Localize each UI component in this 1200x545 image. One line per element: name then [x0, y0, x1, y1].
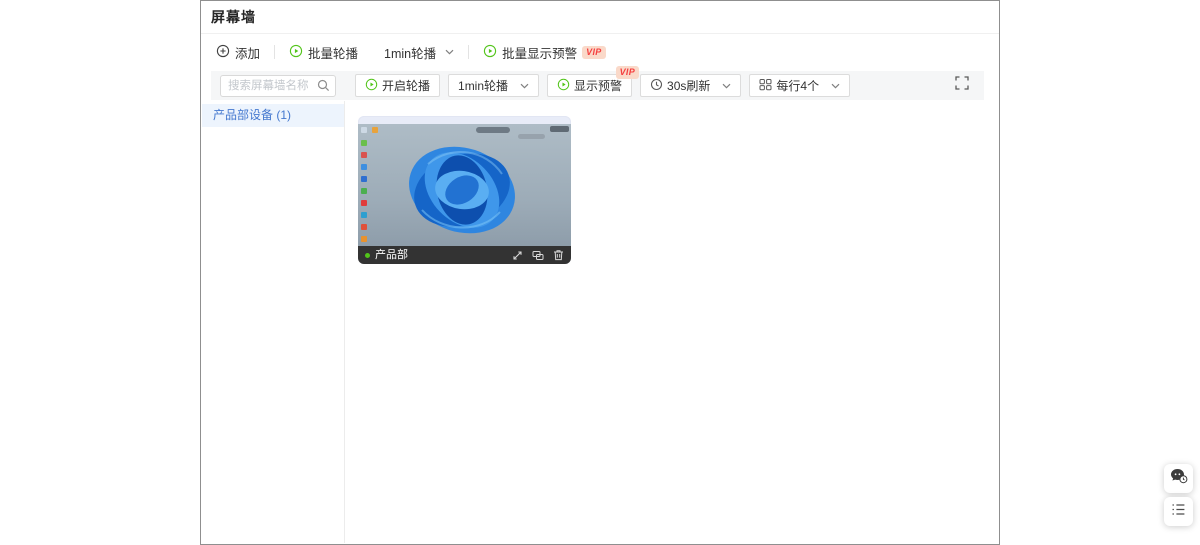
- vip-badge: VIP: [615, 66, 640, 79]
- sidebar-group-label: 产品部设备 (1): [213, 108, 292, 122]
- chevron-down-icon: [831, 83, 840, 89]
- refresh-interval-select[interactable]: 30s刷新: [640, 74, 742, 97]
- play-circle-icon: [483, 44, 497, 61]
- batch-alert-preview-button[interactable]: 批量显示预警 VIP: [483, 43, 606, 62]
- expand-icon[interactable]: [512, 250, 523, 261]
- online-status-dot: [365, 252, 370, 258]
- secondary-toolbar: 开启轮播 1min轮播 显示预警 VIP 30s刷新: [211, 66, 984, 100]
- carousel-interval-select[interactable]: 1min轮播: [448, 74, 540, 97]
- chevron-down-icon: [722, 83, 731, 89]
- list-icon: [1171, 503, 1186, 521]
- fullscreen-icon: [955, 76, 969, 95]
- search-box: [220, 74, 336, 97]
- device-card[interactable]: 产品部: [358, 116, 571, 264]
- batch-carousel-button[interactable]: 批量轮播: [289, 43, 358, 62]
- support-chat-button[interactable]: [1164, 464, 1193, 493]
- toolbar-divider: [274, 45, 276, 59]
- page-title: 屏幕墙: [211, 9, 256, 25]
- plus-circle-icon: [216, 44, 230, 61]
- add-button[interactable]: 添加: [216, 43, 260, 62]
- vip-badge: VIP: [582, 45, 606, 59]
- panel-header: 屏幕墙: [201, 1, 999, 34]
- screen-wall-page: 屏幕墙 添加 批量轮播 1min轮播 批量显示预警 VIP 搜索屏幕墙名称 开启…: [0, 0, 1200, 545]
- screen-wall-panel: 屏幕墙 添加 批量轮播 1min轮播 批量显示预警 VIP 搜索屏幕墙名称 开启…: [200, 0, 1193, 545]
- toolbar-divider: [468, 45, 470, 59]
- alert-preview-button[interactable]: 显示预警 VIP: [547, 66, 640, 97]
- play-circle-icon: [365, 78, 378, 94]
- alert-preview-label: 显示预警: [574, 79, 623, 93]
- chat-icon: [1170, 468, 1188, 489]
- fullscreen-button[interactable]: [949, 73, 975, 99]
- play-circle-icon: [289, 44, 303, 61]
- per-row-value: 每行4个: [776, 79, 820, 93]
- switch-screen-icon[interactable]: [532, 250, 544, 261]
- device-card-actions: [512, 249, 564, 261]
- batch-carousel-label: 批量轮播: [308, 46, 359, 61]
- refresh-interval-value: 30s刷新: [667, 79, 711, 93]
- search-icon[interactable]: [317, 79, 330, 97]
- sidebar-item-product-group[interactable]: 产品部设备 (1): [202, 104, 344, 127]
- clock-icon: [650, 78, 663, 94]
- grid-layout-icon: [759, 78, 772, 94]
- device-card-bar: 产品部: [358, 246, 571, 264]
- chevron-down-icon: [520, 83, 529, 89]
- device-group-sidebar: 产品部设备 (1): [202, 101, 345, 543]
- device-screen-thumbnail: [358, 124, 571, 246]
- add-button-label: 添加: [235, 46, 261, 61]
- play-circle-icon: [557, 78, 570, 94]
- carousel-interval-value: 1min轮播: [384, 46, 437, 61]
- trash-icon[interactable]: [553, 249, 564, 261]
- start-carousel-label: 开启轮播: [382, 79, 431, 93]
- carousel-interval-value: 1min轮播: [458, 79, 509, 93]
- device-list-button[interactable]: [1164, 497, 1193, 526]
- primary-toolbar: 添加 批量轮播 1min轮播 批量显示预警 VIP: [201, 34, 999, 70]
- per-row-select[interactable]: 每行4个: [749, 74, 851, 97]
- batch-alert-preview-label: 批量显示预警: [502, 46, 578, 61]
- chevron-down-icon: [445, 49, 454, 55]
- device-name: 产品部: [375, 249, 408, 261]
- start-carousel-button[interactable]: 开启轮播: [355, 74, 441, 97]
- carousel-interval-dropdown[interactable]: 1min轮播: [384, 43, 454, 62]
